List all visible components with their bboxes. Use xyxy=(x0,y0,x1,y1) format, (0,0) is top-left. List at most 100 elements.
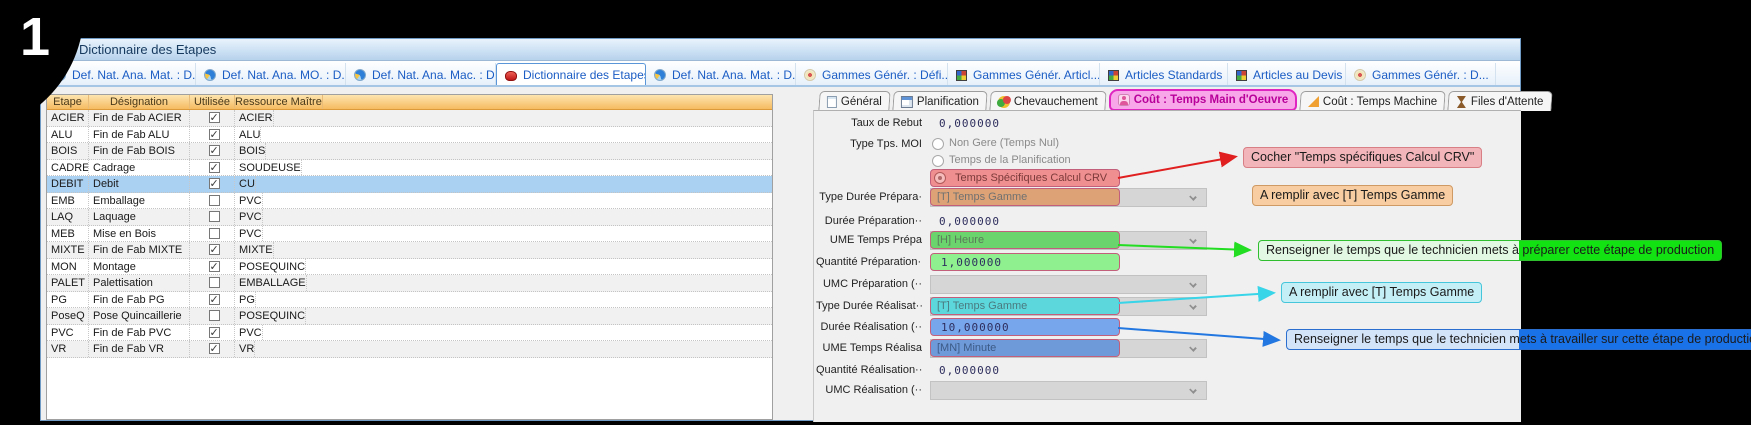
utilisee-checkbox[interactable] xyxy=(208,325,220,340)
utilisee-checkbox[interactable] xyxy=(208,160,220,175)
field-label-ume-temps-realisation: UME Temps Réalisa xyxy=(822,342,922,354)
quantite-realisation-value[interactable]: 0,000000 xyxy=(939,364,1000,377)
table-row[interactable]: MEB Mise en Bois PVC xyxy=(47,225,772,242)
radio-icon[interactable] xyxy=(932,155,944,167)
ume-temps-realisation-highlight[interactable]: [MN] Minute xyxy=(930,339,1120,357)
field-label-duree-realisation: Durée Réalisation (·· xyxy=(820,321,922,333)
cell-ressource: PVC xyxy=(235,209,263,225)
chevron-down-icon xyxy=(1189,193,1197,201)
type-duree-realisation-highlight[interactable]: [T] Temps Gamme xyxy=(930,297,1120,315)
cell-designation: Debit xyxy=(89,176,190,192)
cell-etape: LAQ xyxy=(47,209,89,225)
tab-chevauchement[interactable]: Chevauchement xyxy=(989,91,1107,111)
duree-realisation-field[interactable]: 10,000000 xyxy=(930,318,1120,336)
table-row[interactable]: MIXTEFin de Fab MIXTEMIXTE xyxy=(47,242,772,259)
taux-de-rebut-value[interactable]: 0,000000 xyxy=(939,117,1000,130)
utilisee-checkbox[interactable] xyxy=(208,227,220,239)
red-book-icon xyxy=(505,70,517,81)
tab-planification[interactable]: Planification xyxy=(892,91,988,111)
column-header-etape[interactable]: Etape xyxy=(47,95,89,109)
radio-option-non-gere[interactable]: Non Gere (Temps Nul) xyxy=(930,136,1120,153)
utilisee-checkbox[interactable] xyxy=(208,176,220,192)
cell-utilisee xyxy=(190,209,235,225)
quantite-preparation-field[interactable]: 1,000000 xyxy=(930,253,1120,271)
utilisee-checkbox[interactable] xyxy=(208,277,220,289)
flower-icon xyxy=(1354,69,1366,81)
table-header: Etape Désignation Utilisée Ressource Maî… xyxy=(47,95,772,110)
table-row[interactable]: ACIERFin de Fab ACIERACIER xyxy=(47,110,772,127)
doc-tab-gammes-gener-d[interactable]: Gammes Génér. : D... xyxy=(1346,63,1496,85)
chevron-down-icon xyxy=(1189,280,1197,288)
detail-tabbar: Général Planification Chevauchement Coût… xyxy=(818,89,1553,111)
doc-tab-articles-standards[interactable]: Articles Standards xyxy=(1100,63,1228,85)
cell-etape: MIXTE xyxy=(47,242,89,258)
table-row[interactable]: LAQ Laquage PVC xyxy=(47,209,772,226)
window-titlebar[interactable]: Dictionnaire des Etapes xyxy=(41,39,1520,61)
column-header-utilisee[interactable]: Utilisée xyxy=(190,95,235,109)
table-row[interactable]: PALET Palettisation EMBALLAGE xyxy=(47,275,772,292)
cell-utilisee xyxy=(190,126,235,142)
umc-preparation-combo[interactable] xyxy=(930,275,1207,294)
cell-designation: Montage xyxy=(89,258,190,274)
radio-icon[interactable] xyxy=(934,172,946,184)
tab-general[interactable]: Général xyxy=(818,91,891,111)
tab-files-dattente[interactable]: Files d'Attente xyxy=(1447,91,1553,111)
utilisee-checkbox[interactable] xyxy=(208,143,220,159)
type-duree-preparation-highlight[interactable]: [T] Temps Gamme xyxy=(930,188,1120,206)
tab-label: Général xyxy=(840,95,882,108)
field-label-quantite-preparation: Quantité Préparation·· xyxy=(816,256,922,268)
table-row-selected[interactable]: DEBITDebit CU xyxy=(47,176,772,193)
cell-utilisee xyxy=(190,341,235,357)
doc-tab-gammes-gener-articl[interactable]: Gammes Génér. Articl... xyxy=(948,63,1100,85)
utilisee-checkbox[interactable] xyxy=(208,211,220,223)
tab-cout-temps-main-doeuvre[interactable]: Coût : Temps Main d'Oeuvre xyxy=(1108,89,1298,111)
cell-etape: DEBIT xyxy=(47,176,89,192)
table-row[interactable]: VRFin de Fab VRVR xyxy=(47,341,772,358)
doc-tab-articles-au-devis[interactable]: Articles au Devis xyxy=(1228,63,1346,85)
field-label-duree-preparation: Durée Préparation·· xyxy=(824,215,922,227)
table-row[interactable]: BOISFin de Fab BOISBOIS xyxy=(47,143,772,160)
field-label-taux-de-rebut: Taux de Rebut xyxy=(851,117,922,129)
table-row[interactable]: PoseQ Pose Quincaillerie POSEQUINC xyxy=(47,308,772,325)
utilisee-checkbox[interactable] xyxy=(208,110,220,126)
ume-temps-preparation-highlight[interactable]: [H] Heure xyxy=(930,231,1120,249)
utilisee-checkbox[interactable] xyxy=(208,194,220,206)
column-header-ressource-maitre[interactable]: Ressource Maître xyxy=(235,95,323,109)
utilisee-checkbox[interactable] xyxy=(208,127,220,142)
column-header-designation[interactable]: Désignation xyxy=(89,95,190,109)
utilisee-checkbox[interactable] xyxy=(208,242,220,258)
cell-ressource: POSEQUINC xyxy=(235,258,307,274)
table-row[interactable]: MONMontage POSEQUINC xyxy=(47,258,772,275)
duree-preparation-value[interactable]: 0,000000 xyxy=(939,215,1000,228)
radio-option-temps-specifiques-crv[interactable]: Temps Spécifiques Calcul CRV xyxy=(930,169,1120,187)
doc-tab-def-nat-ana-mac[interactable]: Def. Nat. Ana. Mac. : D... xyxy=(346,63,496,85)
tab-cout-temps-machine[interactable]: Coût : Temps Machine xyxy=(1299,91,1447,111)
cell-etape: PALET xyxy=(47,275,89,291)
cube-icon xyxy=(956,69,967,81)
pie-chart-icon xyxy=(354,69,366,81)
cell-etape: PoseQ xyxy=(47,308,89,324)
cell-utilisee xyxy=(190,308,235,324)
doc-tab-dictionnaire-des-etapes[interactable]: Dictionnaire des Etapes xyxy=(496,63,646,85)
cell-designation: Fin de Fab ACIER xyxy=(89,110,190,126)
cube-icon xyxy=(1236,69,1247,81)
utilisee-checkbox[interactable] xyxy=(208,341,220,357)
person-icon xyxy=(1117,94,1130,106)
cell-designation: Laquage xyxy=(89,209,190,225)
table-row[interactable]: PGFin de Fab PGPG xyxy=(47,291,772,308)
table-row[interactable]: ALUFin de Fab ALUALU xyxy=(47,126,772,143)
doc-tab-def-nat-ana-mo[interactable]: Def. Nat. Ana. MO. : D... xyxy=(196,63,346,85)
doc-tab-gammes-gener-defi[interactable]: Gammes Génér. : Défi... xyxy=(796,63,948,85)
utilisee-checkbox[interactable] xyxy=(208,292,220,307)
utilisee-checkbox[interactable] xyxy=(208,259,220,274)
table-row[interactable]: EMB Emballage PVC xyxy=(47,192,772,209)
cell-etape: VR xyxy=(47,341,89,357)
table-row[interactable]: CADRECadrage SOUDEUSE xyxy=(47,159,772,176)
umc-realisation-combo[interactable] xyxy=(930,381,1207,400)
radio-option-temps-planification[interactable]: Temps de la Planification xyxy=(930,153,1120,170)
utilisee-checkbox[interactable] xyxy=(208,310,220,322)
doc-tab-def-nat-ana-mat-2[interactable]: Def. Nat. Ana. Mat. : D... xyxy=(646,63,796,85)
tab-label: Planification xyxy=(916,95,979,108)
table-row[interactable]: PVCFin de Fab PVCPVC xyxy=(47,324,772,341)
radio-icon[interactable] xyxy=(932,138,944,150)
